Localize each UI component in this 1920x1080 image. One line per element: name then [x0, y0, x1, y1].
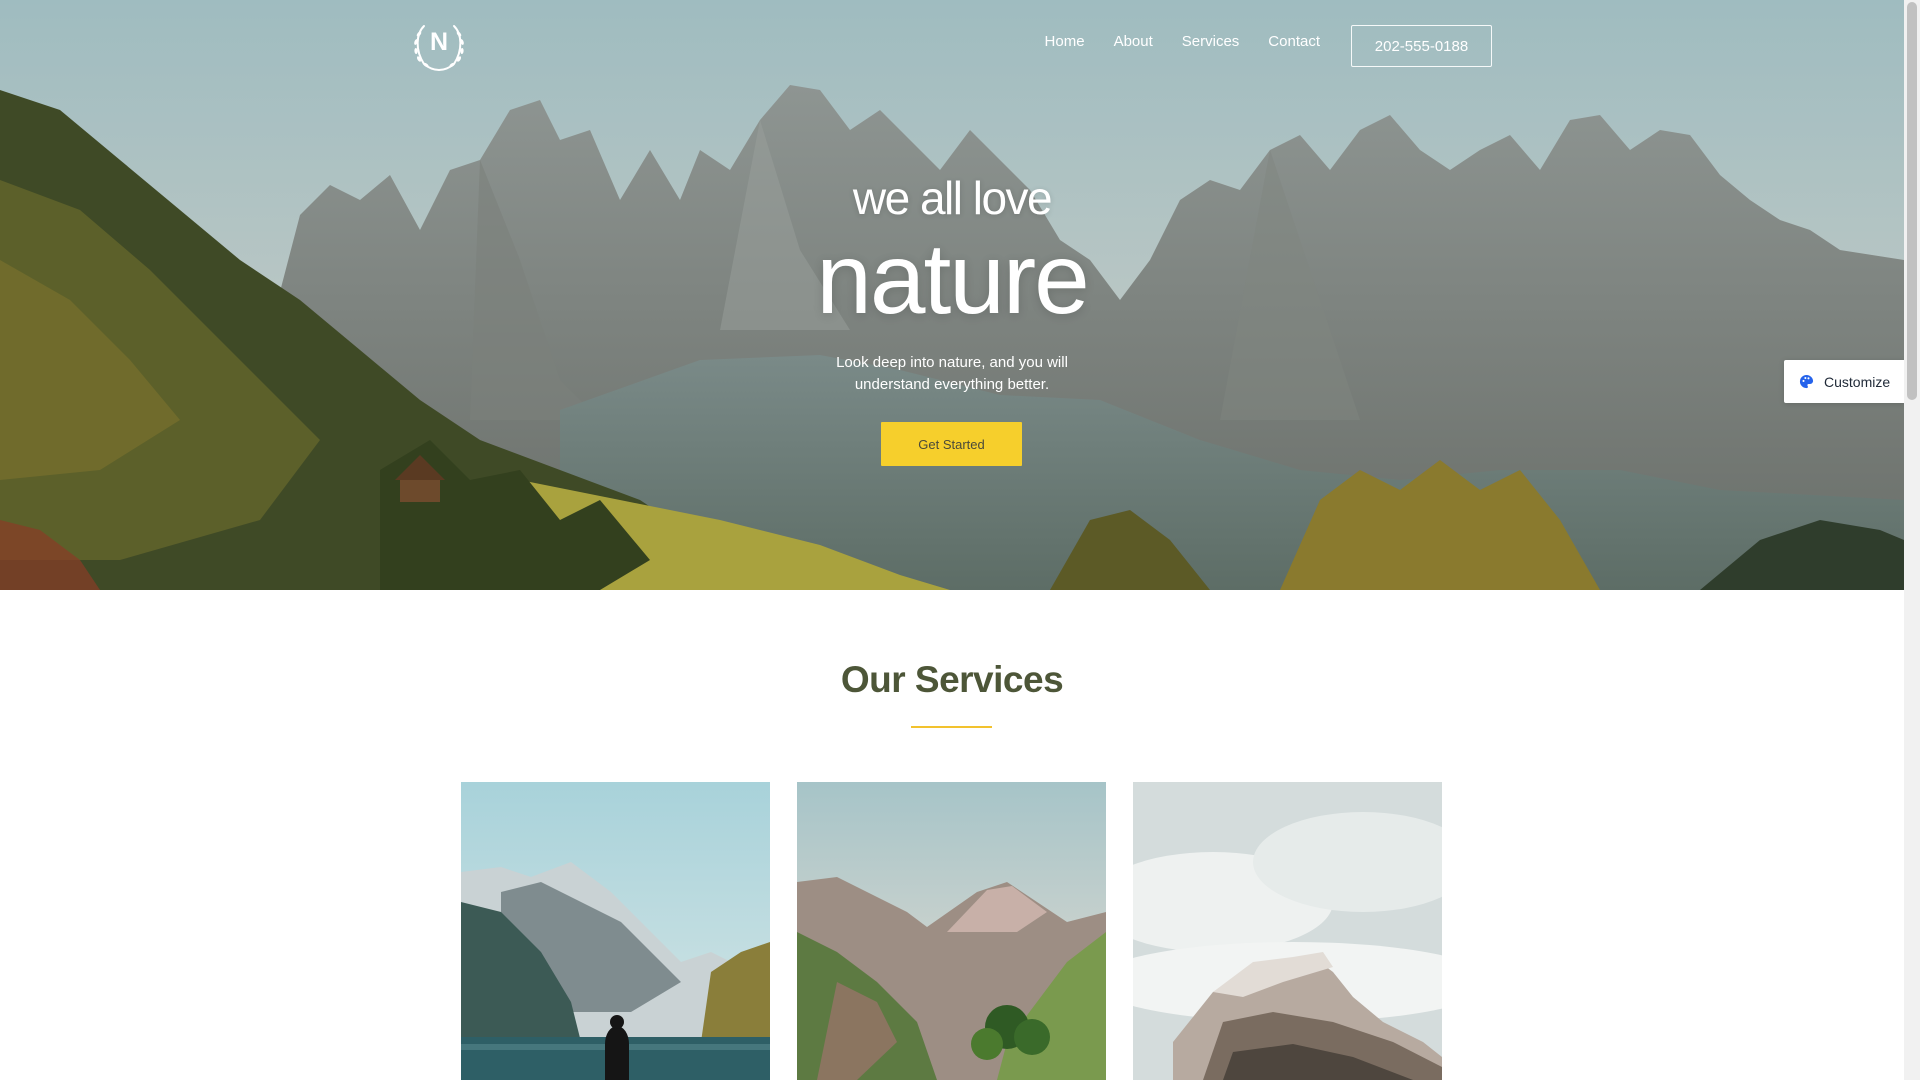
- service-card-lake-image[interactable]: [461, 782, 770, 1080]
- customize-label: Customize: [1824, 373, 1891, 390]
- page-scrollbar[interactable]: [1904, 0, 1920, 1080]
- hero-section: N Home About Services Contact 202-555-01…: [0, 0, 1904, 590]
- phone-button[interactable]: 202-555-0188: [1351, 25, 1492, 67]
- main-nav: Home About Services Contact: [1045, 33, 1349, 50]
- title-underline: [911, 726, 992, 728]
- nav-contact[interactable]: Contact: [1268, 33, 1320, 50]
- scrollbar-thumb[interactable]: [1907, 2, 1917, 400]
- palette-icon: [1799, 374, 1814, 389]
- hero-subtitle: Look deep into nature, and you will unde…: [836, 354, 1068, 393]
- laurel-logo[interactable]: N: [410, 20, 468, 72]
- services-title: Our Services: [840, 659, 1064, 700]
- get-started-button[interactable]: Get Started: [881, 422, 1022, 466]
- service-card-valley-image[interactable]: [797, 782, 1106, 1080]
- hero-kicker: we all love: [852, 172, 1053, 224]
- nav-about[interactable]: About: [1114, 33, 1153, 50]
- logo-letter: N: [429, 28, 449, 56]
- nav-services[interactable]: Services: [1182, 33, 1240, 50]
- nav-home[interactable]: Home: [1045, 33, 1085, 50]
- customize-button[interactable]: Customize: [1784, 360, 1904, 403]
- hero-headline: nature: [816, 223, 1090, 335]
- service-card-peak-image[interactable]: [1133, 782, 1442, 1080]
